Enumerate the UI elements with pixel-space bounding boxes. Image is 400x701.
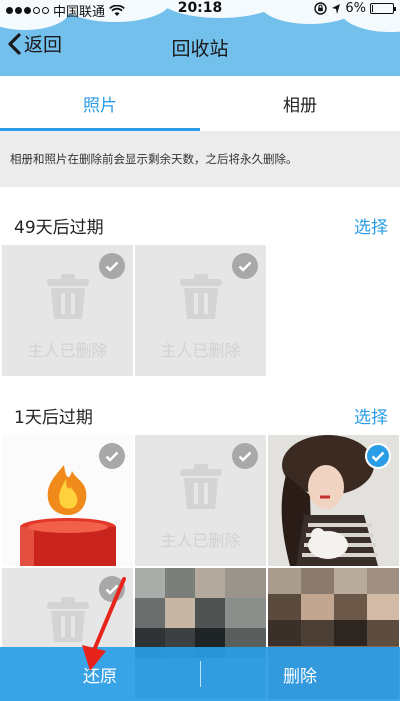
- tab-bar: 照片 相册: [0, 76, 400, 131]
- status-right: 6%: [314, 1, 396, 16]
- battery-percent: 6%: [345, 1, 366, 16]
- select-button[interactable]: 选择: [354, 403, 388, 428]
- deleted-photo-tile[interactable]: 主人已删除: [135, 245, 266, 376]
- section-header: 1天后过期 选择: [0, 393, 400, 433]
- tab-photos[interactable]: 照片: [0, 76, 200, 131]
- deleted-label: 主人已删除: [160, 531, 241, 550]
- check-icon[interactable]: [99, 253, 125, 279]
- battery-icon: [370, 3, 396, 14]
- bottom-action-bar: 还原 删除: [0, 647, 400, 701]
- location-icon: [332, 3, 341, 14]
- check-icon[interactable]: [232, 443, 258, 469]
- deleted-label: 主人已删除: [160, 341, 241, 360]
- check-icon[interactable]: [99, 443, 125, 469]
- status-bar: 中国联通 20:18 6%: [0, 0, 400, 20]
- section-header: 49天后过期 选择: [0, 203, 400, 243]
- deleted-photo-tile[interactable]: 主人已删除: [135, 435, 266, 566]
- trash-icon: [47, 274, 89, 319]
- select-button[interactable]: 选择: [354, 213, 388, 238]
- delete-button[interactable]: 删除: [200, 647, 400, 701]
- tab-albums[interactable]: 相册: [200, 76, 400, 131]
- expiry-notice: 相册和照片在删除前会显示剩余天数，之后将永久删除。: [0, 131, 400, 187]
- check-icon[interactable]: [232, 253, 258, 279]
- section-title: 1天后过期: [14, 408, 93, 428]
- lock-rotation-icon: [314, 2, 328, 15]
- photo-tile-girl-with-cat[interactable]: [268, 435, 399, 566]
- back-chevron-icon: [8, 32, 21, 55]
- red-arrow-annotation: [82, 577, 126, 671]
- deleted-photo-tile[interactable]: 主人已删除: [2, 245, 133, 376]
- check-icon-selected[interactable]: [365, 443, 391, 469]
- back-label: 返回: [24, 34, 63, 56]
- trash-icon: [180, 274, 222, 319]
- back-button[interactable]: 返回: [6, 30, 62, 57]
- trash-icon: [180, 464, 222, 509]
- photo-tile-candle[interactable]: [2, 435, 133, 566]
- section-title: 49天后过期: [14, 218, 104, 238]
- deleted-label: 主人已删除: [27, 341, 108, 360]
- header: 中国联通 20:18 6% 返回 回收站: [0, 0, 400, 76]
